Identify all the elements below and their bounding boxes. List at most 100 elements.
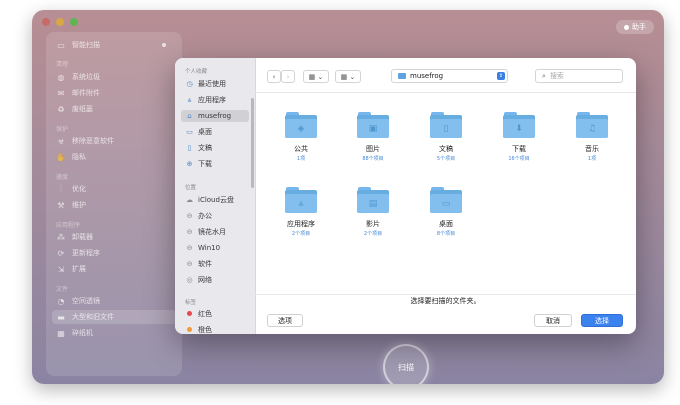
bin-icon: ♻ [57,104,65,114]
folder-pictures[interactable]: ▣ 图片 88个项目 [343,112,403,162]
sidebar-item-label: 维护 [72,201,86,209]
sidebar-item-label: Win10 [198,244,221,252]
folder-name: 图片 [366,145,380,153]
group-view-icon: ▦ ⌄ [340,72,356,81]
folder-public[interactable]: ◈ 公共 1项 [271,112,331,162]
sidebar-item-tag-red[interactable]: 红色 [181,308,249,320]
monitor-icon: ▭ [57,40,65,50]
sidebar-item-mail-attachments[interactable]: ✉ 邮件附件 [46,86,182,100]
folder-icon: ▣ [357,112,389,138]
folder-movies[interactable]: ▤ 影片 2个项目 [343,187,403,237]
sidebar-item-label: 更新程序 [72,249,100,257]
dialog-prompt: 选择要扫描的文件夹。 [255,294,636,307]
zoom-window-button[interactable] [70,18,78,26]
sidebar-item-downloads[interactable]: ⊕ 下载 [181,158,249,170]
folder-icon: ♫ [576,112,608,138]
back-button[interactable]: ‹ [267,70,281,83]
sidebar-item-space-lens[interactable]: ◔ 空间透镜 [46,294,182,308]
cancel-button[interactable]: 取消 [534,314,572,327]
cloud-icon: ☁ [186,196,193,204]
sidebar-item-uninstaller[interactable]: ⁂ 卸载器 [46,230,182,244]
sidebar-scrollbar[interactable] [251,98,254,188]
sidebar-item-label: musefrog [198,112,232,120]
sidebar-item-label: 碎纸机 [72,329,93,337]
folder-icon: ▯ [430,112,462,138]
sidebar-item-label: 隐私 [72,153,86,161]
folder-item-count: 16个项目 [508,156,530,162]
sidebar-item-disk-software[interactable]: ⊖ 软件 [181,258,249,270]
sidebar-item-documents[interactable]: ▯ 文稿 [181,142,249,154]
folder-name: 音乐 [585,145,599,153]
sidebar-item-applications[interactable]: ⩓ 应用程序 [181,94,249,106]
sidebar-item-disk-jinghua[interactable]: ⊖ 镜花水月 [181,226,249,238]
hand-icon: ✋ [56,152,66,162]
sidebar-item-recents[interactable]: ◷ 最近使用 [181,78,249,90]
sidebar-section-protect: 保护 [56,126,69,133]
locations-heading: 位置 [185,185,197,191]
sidebar-item-large-old-files[interactable]: ▬ 大型和旧文件 [52,310,176,324]
folder-name: 影片 [366,220,380,228]
sidebar-item-updater[interactable]: ⟳ 更新程序 [46,246,182,260]
sidebar-item-home[interactable]: ⌂ musefrog [181,110,249,122]
sidebar-section-files: 文件 [56,286,69,293]
folder-item-count: 2个项目 [291,231,311,237]
choose-button[interactable]: 选择 [581,314,623,327]
sidebar-item-smart-scan[interactable]: ▭ 智能扫描 [46,38,182,52]
folder-applications[interactable]: ⩓ 应用程序 2个项目 [271,187,331,237]
sidebar-item-trash-bins[interactable]: ♻ 废纸篓 [46,102,182,116]
folder-documents[interactable]: ▯ 文稿 5个项目 [416,112,476,162]
folder-desktop[interactable]: ▭ 桌面 8个项目 [416,187,476,237]
sidebar-item-tag-orange[interactable]: 橙色 [181,324,249,334]
sidebar-section-clean: 清理 [56,61,69,68]
sidebar-item-label: iCloud云盘 [198,196,234,204]
disk-icon: ⊖ [186,228,193,236]
sidebar-item-optimization[interactable]: ⫶ 优化 [46,182,182,196]
view-mode-dropdown[interactable]: ▦ ⌄ [303,70,329,83]
folder-item-count: 1项 [296,156,306,162]
sidebar-item-extensions[interactable]: ⇲ 扩展 [46,262,182,276]
sidebar-item-desktop[interactable]: ▭ 桌面 [181,126,249,138]
forward-button[interactable]: › [281,70,295,83]
folder-downloads[interactable]: ⬇ 下载 16个项目 [489,112,549,162]
download-icon: ⊕ [186,160,193,168]
scan-button[interactable]: 扫描 [383,344,429,384]
search-field[interactable]: ⌕ 搜索 [535,69,623,83]
sidebar-item-system-junk[interactable]: ◍ 系统垃圾 [46,70,182,84]
folder-item-count: 88个项目 [362,156,384,162]
sidebar-item-maintenance[interactable]: ⚒ 维护 [46,198,182,212]
group-mode-dropdown[interactable]: ▦ ⌄ [335,70,361,83]
folder-item-count: 2个项目 [363,231,383,237]
minimize-window-button[interactable] [56,18,64,26]
assistant-button[interactable]: 助手 [616,20,654,34]
clock-icon: ◷ [186,80,193,88]
path-selector[interactable]: musefrog ⇕ [391,69,508,83]
folder-icon: ▤ [357,187,389,213]
folder-icon [398,73,406,79]
folder-music[interactable]: ♫ 音乐 1项 [562,112,622,162]
search-icon: ⌕ [542,71,546,80]
folder-icon: ▭ [430,187,462,213]
sidebar-item-label: 移除恶意软件 [72,137,114,145]
close-window-button[interactable] [42,18,50,26]
choose-button-label: 选择 [595,316,609,325]
sidebar-item-icloud-drive[interactable]: ☁ iCloud云盘 [181,194,249,206]
sidebar-item-label: 镜花水月 [198,228,226,236]
lens-icon: ◔ [57,296,65,306]
sidebar-item-disk-win10[interactable]: ⊖ Win10 [181,242,249,254]
sidebar-section-speed: 速度 [56,174,69,181]
sidebar-item-shredder[interactable]: ▦ 碎纸机 [46,326,182,340]
sidebar-item-label: 应用程序 [198,96,226,104]
sidebar-item-label: 智能扫描 [72,41,100,49]
sidebar-item-disk-office[interactable]: ⊖ 办公 [181,210,249,222]
folder-item-count: 8个项目 [436,231,456,237]
biohazard-icon: ☣ [57,136,65,146]
favorites-heading: 个人收藏 [185,69,208,75]
sidebar-item-privacy[interactable]: ✋ 隐私 [46,150,182,164]
sidebar-item-malware-removal[interactable]: ☣ 移除恶意软件 [46,134,182,148]
folder-name: 应用程序 [287,220,315,228]
sidebar-item-network[interactable]: ◎ 网络 [181,274,249,286]
document-icon: ▯ [187,144,192,152]
sidebar-item-label: 最近使用 [198,80,226,88]
options-button[interactable]: 选项 [267,314,303,327]
app-sidebar: ▭ 智能扫描 清理 ◍ 系统垃圾 ✉ 邮件附件 ♻ 废纸篓 保护 ☣ 移除恶意软… [46,32,182,376]
